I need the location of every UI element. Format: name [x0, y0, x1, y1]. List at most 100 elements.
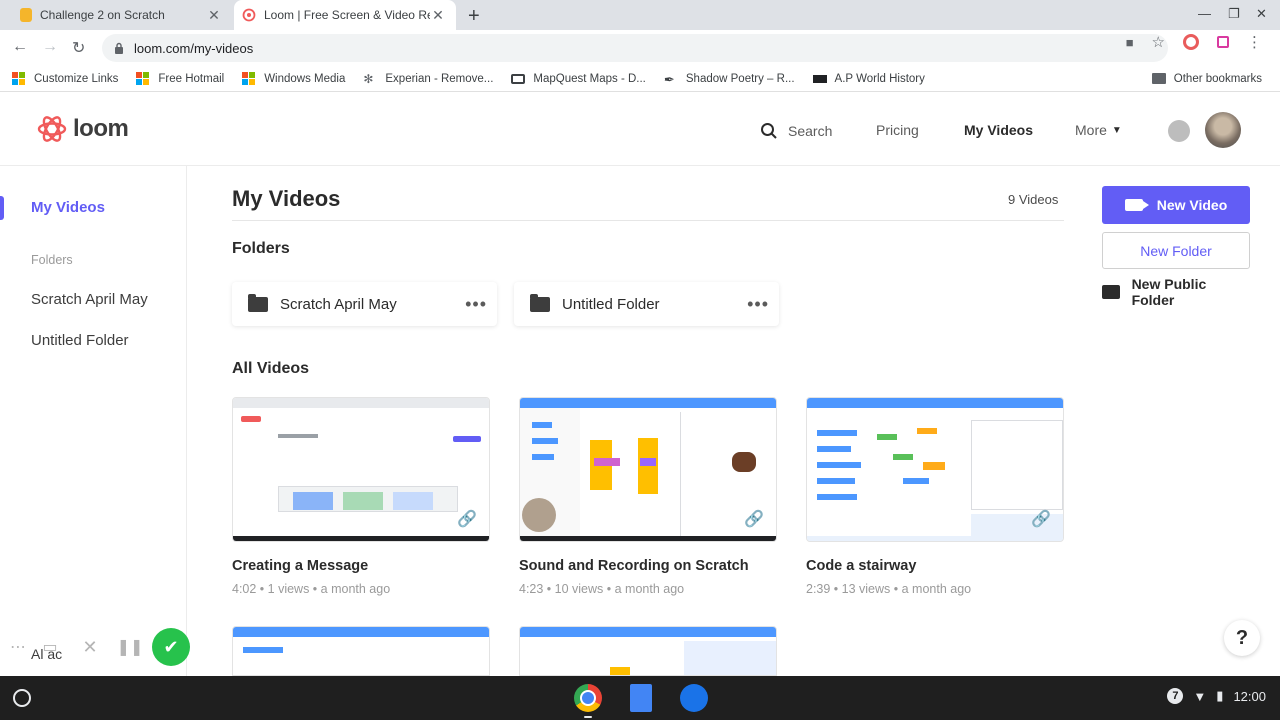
menu-kebab-icon[interactable]: ⋮ — [1247, 33, 1262, 51]
ms-icon — [242, 71, 256, 86]
folder-name: Untitled Folder — [562, 295, 660, 313]
sidebar-item-untitled-folder[interactable]: Untitled Folder — [31, 332, 129, 349]
star-icon[interactable]: ☆ — [1152, 33, 1165, 51]
all-videos-heading: All Videos — [232, 360, 310, 377]
video-title[interactable]: Code a stairway — [806, 558, 1064, 574]
tab-scratch[interactable]: Challenge 2 on Scratch ✕ — [0, 0, 232, 30]
quill-icon: ✒ — [663, 71, 675, 87]
new-folder-button[interactable]: New Folder — [1102, 232, 1250, 269]
sidebar-folders-label: Folders — [31, 253, 73, 267]
public-folder-icon — [1102, 285, 1120, 299]
os-shelf: 7 ▼ ▮ 12:00 — [0, 676, 1280, 720]
clock: 12:00 — [1233, 688, 1266, 704]
title-divider — [232, 220, 1064, 221]
nav-pricing[interactable]: Pricing — [876, 122, 919, 138]
bookmark-label: Free Hotmail — [158, 72, 225, 85]
video-thumbnail[interactable] — [232, 626, 490, 676]
more-options-icon[interactable]: ••• — [465, 294, 487, 315]
tab-strip: Challenge 2 on Scratch ✕ Loom | Free Scr… — [0, 0, 1280, 30]
logo-text: loom — [73, 115, 129, 142]
bookmark-windows-media[interactable]: Windows Media — [242, 71, 346, 86]
video-thumbnail[interactable]: 🔗 — [232, 397, 490, 542]
new-video-button[interactable]: New Video — [1102, 186, 1250, 224]
tab-title: Challenge 2 on Scratch — [40, 8, 165, 22]
video-thumbnail[interactable]: 🔗 — [519, 397, 777, 542]
lock-icon — [115, 42, 123, 54]
tab-title: Loom | Free Screen & Video Recording — [264, 8, 430, 22]
reload-icon[interactable]: ↻ — [72, 38, 85, 58]
link-icon[interactable]: 🔗 — [457, 509, 477, 528]
sidebar-item-my-videos[interactable]: My Videos — [31, 199, 105, 216]
folders-heading: Folders — [232, 240, 290, 257]
other-bookmarks-label: Other bookmarks — [1173, 72, 1262, 85]
nav-my-videos[interactable]: My Videos — [964, 122, 1033, 138]
minimize-icon[interactable]: — — [1198, 6, 1211, 21]
back-icon[interactable]: ← — [12, 38, 28, 56]
active-app-indicator — [584, 716, 592, 718]
help-button[interactable]: ? — [1224, 620, 1260, 656]
status-tray[interactable]: 7 ▼ ▮ 12:00 — [1167, 688, 1266, 704]
nav-search[interactable]: Search — [760, 122, 832, 140]
folder-card-untitled-folder[interactable]: Untitled Folder ••• — [514, 282, 779, 326]
video-thumbnail[interactable] — [519, 626, 777, 676]
close-icon[interactable]: ✕ — [430, 7, 446, 24]
bookmark-mapquest[interactable]: MapQuest Maps - D... — [511, 73, 646, 85]
ms-icon — [136, 71, 150, 86]
video-meta: 4:02 • 1 views • a month ago — [232, 582, 391, 596]
nav-more[interactable]: More ▼ — [1075, 122, 1122, 138]
experian-icon: ✻ — [363, 71, 374, 86]
bookmark-shadow-poetry[interactable]: ✒ Shadow Poetry – R... — [663, 71, 795, 87]
bookmark-ap-world-history[interactable]: A.P World History — [812, 73, 925, 85]
google-docs-icon[interactable] — [630, 684, 652, 712]
video-title[interactable]: Sound and Recording on Scratch — [519, 558, 777, 574]
video-card-creating-a-message[interactable]: 🔗 Creating a Message 4:02 • 1 views • a … — [232, 397, 490, 596]
battery-icon: ▮ — [1216, 688, 1224, 703]
close-window-icon[interactable]: ✕ — [1256, 6, 1267, 22]
bookmark-label: Windows Media — [264, 72, 346, 85]
browser-toolbar: ← → ↻ loom.com/my-videos ■ ☆ ⋮ — [0, 30, 1280, 66]
bookmark-free-hotmail[interactable]: Free Hotmail — [136, 71, 225, 86]
folder-name: Scratch April May — [280, 295, 397, 313]
forward-icon[interactable]: → — [42, 38, 58, 56]
bookmark-experian[interactable]: ✻ Experian - Remove... — [363, 72, 493, 86]
loom-favicon-icon — [242, 8, 256, 22]
sidebar-active-indicator — [0, 196, 4, 220]
finish-recording-check-icon[interactable]: ✔ — [152, 628, 190, 666]
mapquest-icon — [511, 73, 526, 84]
address-bar[interactable]: loom.com/my-videos — [102, 34, 1168, 62]
launcher-icon[interactable] — [13, 689, 31, 707]
close-icon[interactable]: ✕ — [206, 7, 222, 24]
loom-extension-icon[interactable] — [1183, 34, 1199, 50]
notifications-bell-icon[interactable] — [1168, 120, 1190, 142]
new-public-folder-button[interactable]: New Public Folder — [1102, 276, 1250, 308]
drag-handle-icon[interactable]: ⋯ — [6, 637, 30, 657]
other-bookmarks[interactable]: Other bookmarks — [1151, 72, 1262, 85]
nav-search-label: Search — [788, 123, 833, 139]
video-card-sound-and-recording-on-scratch[interactable]: 🔗 Sound and Recording on Scratch 4:23 • … — [519, 397, 777, 596]
loom-logo[interactable]: loom — [37, 114, 129, 144]
messages-icon[interactable] — [680, 684, 708, 712]
video-meta: 2:39 • 13 views • a month ago — [806, 582, 972, 596]
maximize-icon[interactable]: ❐ — [1228, 6, 1240, 22]
extension-icon[interactable] — [1217, 36, 1229, 48]
bbc-icon — [812, 74, 827, 83]
toggle-camera-icon[interactable]: ▭ — [30, 637, 70, 657]
link-icon[interactable]: 🔗 — [1031, 509, 1051, 528]
chrome-icon[interactable] — [574, 684, 602, 712]
more-options-icon[interactable]: ••• — [747, 294, 769, 315]
folder-card-scratch-april-may[interactable]: Scratch April May ••• — [232, 282, 497, 326]
pause-icon[interactable]: ❚❚ — [110, 637, 150, 657]
video-thumbnail[interactable]: 🔗 — [806, 397, 1064, 542]
bookmark-customize-links[interactable]: Customize Links — [12, 71, 118, 86]
camera-icon[interactable]: ■ — [1126, 35, 1134, 50]
link-icon[interactable]: 🔗 — [744, 509, 764, 528]
cancel-recording-icon[interactable]: ✕ — [70, 637, 110, 658]
folder-icon — [248, 293, 268, 312]
video-card-code-a-stairway[interactable]: 🔗 Code a stairway 2:39 • 13 views • a mo… — [806, 397, 1064, 596]
video-title[interactable]: Creating a Message — [232, 558, 490, 574]
avatar[interactable] — [1205, 112, 1241, 148]
notification-count-badge: 7 — [1167, 688, 1184, 704]
tab-loom[interactable]: Loom | Free Screen & Video Recording ✕ — [234, 0, 456, 30]
new-tab-icon[interactable]: + — [468, 5, 480, 28]
sidebar-item-scratch-april-may[interactable]: Scratch April May — [31, 291, 148, 308]
